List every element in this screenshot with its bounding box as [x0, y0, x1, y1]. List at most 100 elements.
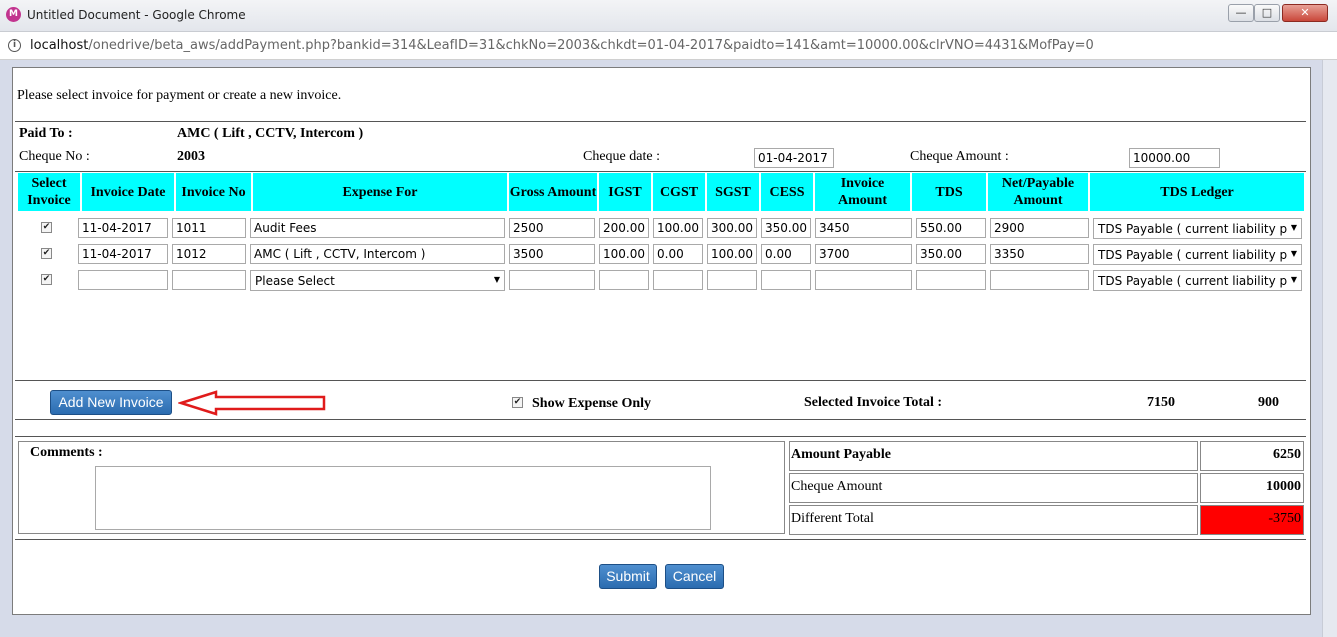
net-payable-field[interactable]: 3350	[990, 244, 1089, 264]
dropdown-arrow-icon: ▼	[1290, 249, 1297, 258]
info-icon[interactable]: i	[8, 39, 21, 52]
show-expense-checkbox[interactable]: ✔	[512, 397, 523, 408]
amount-payable-value: 6250	[1273, 447, 1301, 462]
invoice-no-field[interactable]	[172, 270, 246, 290]
col-header-igst: IGST	[599, 173, 651, 211]
cess-field[interactable]: 0.00	[761, 244, 811, 264]
col-header-expense-for: Expense For	[253, 173, 507, 211]
submit-button[interactable]: Submit	[599, 564, 657, 589]
invoice-date-field[interactable]	[78, 270, 168, 290]
url-text[interactable]: localhost/onedrive/beta_aws/addPayment.p…	[30, 38, 1094, 53]
divider	[15, 171, 1306, 172]
cess-field[interactable]: 350.00	[761, 218, 811, 238]
divider	[15, 121, 1306, 122]
igst-field[interactable]: 100.00	[599, 244, 649, 264]
cheque-no-label: Cheque No :	[19, 149, 90, 164]
selected-total-amount: 7150	[1147, 395, 1175, 410]
divider	[15, 380, 1306, 381]
comments-textarea[interactable]	[95, 466, 711, 530]
paid-to-label: Paid To :	[19, 126, 73, 141]
invoice-no-field[interactable]: 1011	[172, 218, 246, 238]
intro-text: Please select invoice for payment or cre…	[17, 88, 342, 103]
cancel-button[interactable]: Cancel	[665, 564, 724, 589]
invoice-amount-field[interactable]: 3700	[815, 244, 912, 264]
sgst-field[interactable]	[707, 270, 757, 290]
col-header-gross: Gross Amount	[509, 173, 597, 211]
row-select-checkbox[interactable]: ✔	[41, 222, 52, 233]
col-header-invoice-amount: Invoice Amount	[815, 173, 910, 211]
comments-label: Comments :	[30, 445, 103, 460]
cess-field[interactable]	[761, 270, 811, 290]
maximize-button[interactable]: □	[1254, 4, 1280, 22]
col-header-select: Select Invoice	[18, 173, 80, 211]
paid-to-value: AMC ( Lift , CCTV, Intercom )	[177, 126, 364, 141]
expense-for-select[interactable]: Please Select ▼	[250, 270, 505, 291]
invoice-no-field[interactable]: 1012	[172, 244, 246, 264]
invoice-date-field[interactable]: 11-04-2017	[78, 218, 168, 238]
address-bar[interactable]: i localhost/onedrive/beta_aws/addPayment…	[0, 32, 1337, 60]
invoice-amount-field[interactable]: 3450	[815, 218, 912, 238]
different-total-label: Different Total	[791, 511, 874, 526]
col-header-cess: CESS	[761, 173, 813, 211]
red-arrow-annotation	[178, 390, 326, 416]
tds-field[interactable]: 550.00	[916, 218, 986, 238]
expense-for-value: Please Select	[255, 274, 335, 288]
divider	[15, 419, 1306, 420]
different-total-value: -3750	[1268, 511, 1301, 526]
sgst-field[interactable]: 300.00	[707, 218, 757, 238]
cheque-amount-summary-label: Cheque Amount	[791, 479, 883, 494]
gross-amount-field[interactable]: 2500	[509, 218, 595, 238]
cheque-amount-summary-value: 10000	[1266, 479, 1301, 494]
cheque-date-label: Cheque date :	[583, 149, 660, 164]
tds-ledger-select[interactable]: TDS Payable ( current liability p ▼	[1093, 244, 1302, 265]
amount-payable-label: Amount Payable	[791, 447, 891, 462]
cheque-date-field[interactable]: 01-04-2017	[754, 148, 834, 168]
selected-total-label: Selected Invoice Total :	[804, 395, 943, 410]
igst-field[interactable]: 200.00	[599, 218, 649, 238]
col-header-net-payable: Net/Payable Amount	[988, 173, 1088, 211]
tds-ledger-select[interactable]: TDS Payable ( current liability p ▼	[1093, 270, 1302, 291]
cgst-field[interactable]: 0.00	[653, 244, 703, 264]
row-select-checkbox[interactable]: ✔	[41, 248, 52, 259]
cheque-no-value: 2003	[177, 149, 205, 164]
minimize-button[interactable]: —	[1228, 4, 1254, 22]
invoice-date-field[interactable]: 11-04-2017	[78, 244, 168, 264]
igst-field[interactable]	[599, 270, 649, 290]
divider	[15, 539, 1306, 540]
tds-ledger-value: TDS Payable ( current liability p	[1098, 274, 1288, 288]
divider	[15, 436, 1306, 437]
app-icon: M	[6, 7, 21, 22]
expense-for-field[interactable]: AMC ( Lift , CCTV, Intercom )	[250, 244, 505, 264]
dropdown-arrow-icon: ▼	[1290, 275, 1297, 284]
cgst-field[interactable]: 100.00	[653, 218, 703, 238]
col-header-sgst: SGST	[707, 173, 759, 211]
dropdown-arrow-icon: ▼	[493, 275, 500, 284]
window-titlebar: M Untitled Document - Google Chrome — □ …	[0, 0, 1337, 32]
col-header-cgst: CGST	[653, 173, 705, 211]
dropdown-arrow-icon: ▼	[1290, 223, 1297, 232]
tds-field[interactable]: 350.00	[916, 244, 986, 264]
expense-for-field[interactable]: Audit Fees	[250, 218, 505, 238]
tds-ledger-value: TDS Payable ( current liability p	[1098, 248, 1288, 262]
close-window-button[interactable]: ✕	[1282, 4, 1328, 22]
gross-amount-field[interactable]: 3500	[509, 244, 595, 264]
tds-ledger-select[interactable]: TDS Payable ( current liability p ▼	[1093, 218, 1302, 239]
cheque-amount-label: Cheque Amount :	[910, 149, 1009, 164]
col-header-tds-ledger: TDS Ledger	[1090, 173, 1304, 211]
selected-total-tds: 900	[1258, 395, 1279, 410]
cgst-field[interactable]	[653, 270, 703, 290]
add-new-invoice-button[interactable]: Add New Invoice	[50, 390, 172, 415]
tds-field[interactable]	[916, 270, 986, 290]
invoice-amount-field[interactable]	[815, 270, 912, 290]
row-select-checkbox[interactable]: ✔	[41, 274, 52, 285]
col-header-invoice-date: Invoice Date	[82, 173, 174, 211]
window-title: Untitled Document - Google Chrome	[27, 8, 246, 22]
net-payable-field[interactable]: 2900	[990, 218, 1089, 238]
cheque-amount-field[interactable]: 10000.00	[1129, 148, 1220, 168]
col-header-invoice-no: Invoice No	[176, 173, 251, 211]
page-scrollbar[interactable]	[1322, 60, 1337, 637]
sgst-field[interactable]: 100.00	[707, 244, 757, 264]
tds-ledger-value: TDS Payable ( current liability p	[1098, 222, 1288, 236]
gross-amount-field[interactable]	[509, 270, 595, 290]
net-payable-field[interactable]	[990, 270, 1089, 290]
